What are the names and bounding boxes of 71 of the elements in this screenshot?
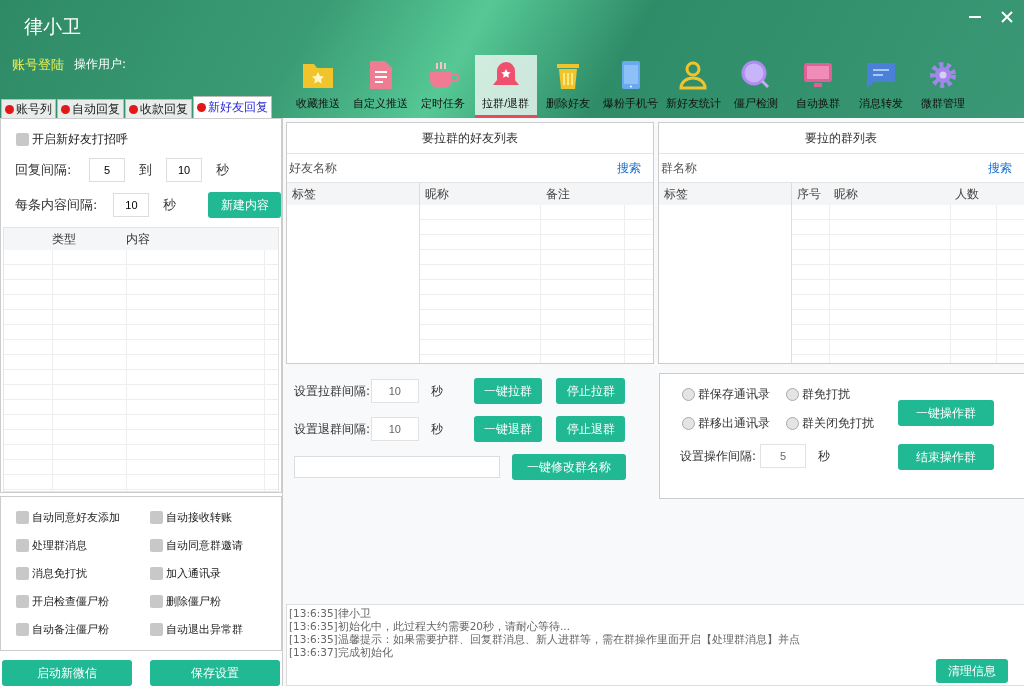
column-header: 内容 [126, 230, 150, 248]
column-header: 人数 [953, 185, 979, 203]
toolbar-button[interactable]: 自定义推送 [349, 55, 412, 118]
toolbar-button[interactable]: 消息转发 [849, 55, 912, 118]
toolbar-button[interactable]: 僵尸检测 [724, 55, 787, 118]
column-header: 昵称 [424, 185, 450, 203]
input-field[interactable]: 10 [370, 379, 419, 403]
field-label: 到 [139, 161, 152, 179]
option-checkbox[interactable]: 自动备注僵尸粉 [16, 621, 150, 637]
column-header: 备注 [545, 185, 570, 203]
option-checkbox[interactable]: 删除僵尸粉 [150, 593, 281, 609]
column-header: 标签 [287, 183, 419, 205]
search-link[interactable]: 搜索 [988, 159, 1012, 177]
option-checkbox[interactable]: 消息免打扰 [16, 565, 150, 581]
field-label: 设置拉群间隔: [294, 382, 371, 400]
option-checkbox[interactable]: 自动同意好友添加 [16, 509, 150, 525]
log-line: [13:6:35]律小卫 [289, 607, 372, 620]
toolbar-button[interactable]: 定时任务 [412, 55, 475, 118]
search-field[interactable]: 群名称 [658, 157, 988, 179]
tab[interactable]: 收款回复 [125, 99, 192, 118]
window-title: 律小卫 [24, 14, 81, 39]
toolbar-button[interactable]: 微群管理 [912, 55, 975, 118]
input-field[interactable]: 10 [370, 417, 419, 441]
option-checkbox[interactable]: 自动接收转账 [150, 509, 281, 525]
log-line: [13:6:35]温馨提示：如果需要护群、回复群消息、新人进群等，需在群操作里面开启【处理群消息】并点 [289, 633, 801, 646]
search-link[interactable]: 搜索 [616, 159, 641, 177]
input-field[interactable]: 10 [166, 158, 202, 182]
field-label: 设置退群间隔: [294, 420, 371, 438]
option-checkbox[interactable]: 开启检查僵尸粉 [16, 593, 150, 609]
option-checkbox[interactable]: 自动同意群邀请 [150, 537, 281, 553]
option-checkbox[interactable]: 自动退出异常群 [150, 621, 281, 637]
login-link[interactable]: 账号登陆 [12, 56, 64, 74]
log-line: [13:6:35]初始化中，此过程大约需要20秒，请耐心等待... [289, 620, 572, 633]
field-label: 回复间隔: [15, 161, 73, 179]
radio-option[interactable]: 群保存通讯录 [682, 386, 786, 403]
unit-label: 秒 [818, 447, 830, 465]
input-field[interactable]: 5 [760, 444, 806, 468]
field-label: 设置操作间隔: [680, 447, 758, 465]
tab[interactable]: 新好友回复 [193, 96, 272, 118]
toolbar-button[interactable]: 拉群/退群 [474, 55, 537, 118]
unit-label: 秒 [430, 420, 443, 438]
radio-option[interactable]: 群免打扰 [786, 386, 898, 403]
search-field[interactable]: 好友名称 [287, 157, 617, 179]
radio-option[interactable]: 群移出通讯录 [682, 415, 786, 432]
column-header: 标签 [658, 183, 791, 205]
toolbar-button[interactable]: 新好友统计 [662, 55, 725, 118]
unit-label: 秒 [216, 161, 229, 179]
user-label: 操作用户: [74, 56, 127, 73]
input-field[interactable]: 10 [113, 193, 150, 217]
option-checkbox[interactable]: 处理群消息 [16, 537, 150, 553]
column-header: 序号 [795, 185, 822, 203]
toolbar-button[interactable]: 爆粉手机号 [599, 55, 662, 118]
toolbar-button[interactable]: 收藏推送 [287, 55, 350, 118]
panel-title: 要拉群的好友列表 [287, 123, 653, 154]
close-icon[interactable] [1000, 10, 1014, 24]
greeting-checkbox[interactable]: 开启新好友打招呼 [16, 131, 128, 148]
tab[interactable]: 账号列 [1, 99, 56, 118]
option-checkbox[interactable]: 加入通讯录 [150, 565, 281, 581]
panel-title: 要拉的群列表 [658, 123, 1024, 154]
unit-label: 秒 [163, 196, 177, 214]
field-label: 每条内容间隔: [15, 196, 99, 214]
tab[interactable]: 自动回复 [57, 99, 124, 118]
column-header: 类型 [52, 230, 77, 248]
radio-option[interactable]: 群关闭免打扰 [786, 415, 898, 432]
toolbar-button[interactable]: 自动换群 [787, 55, 850, 118]
column-header: 昵称 [832, 185, 859, 203]
input-field[interactable]: 5 [89, 158, 125, 182]
unit-label: 秒 [430, 382, 443, 400]
log-line: [13:6:37]完成初始化 [289, 646, 394, 659]
group-name-field[interactable] [294, 456, 500, 478]
toolbar-button[interactable]: 删除好友 [537, 55, 600, 118]
